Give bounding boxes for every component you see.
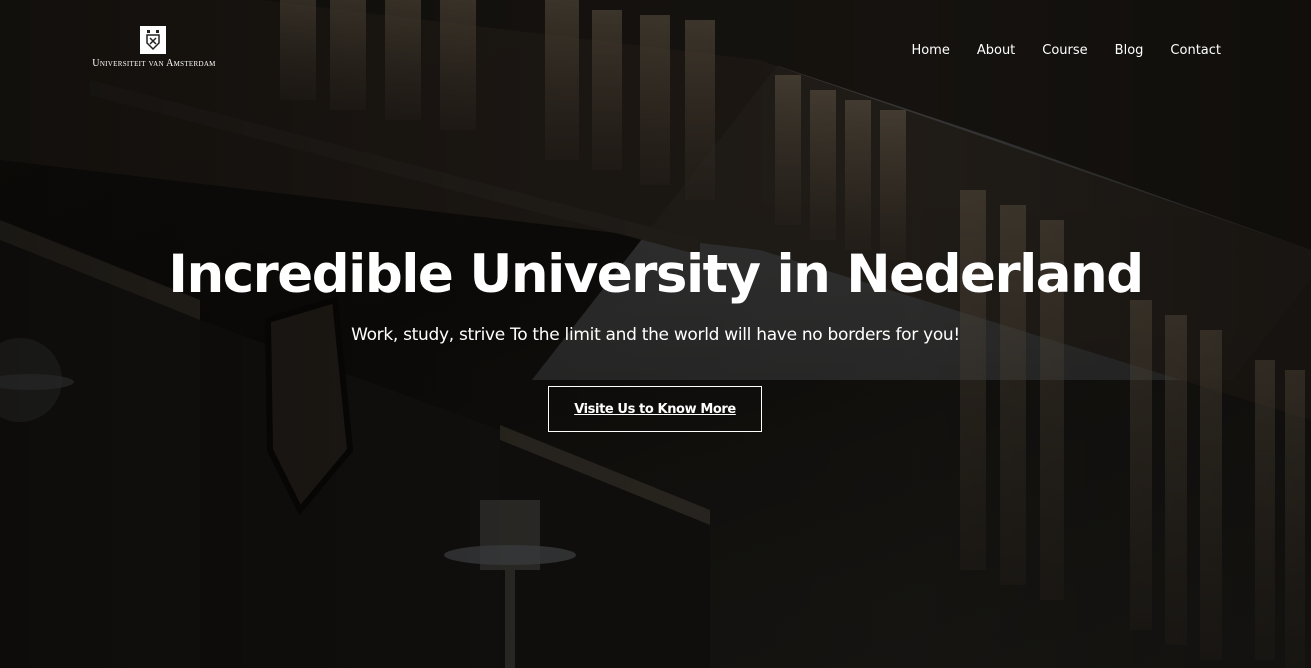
nav-item-contact[interactable]: Contact — [1170, 42, 1221, 60]
nav-item-blog[interactable]: Blog — [1115, 42, 1144, 60]
visit-us-button[interactable]: Visite Us to Know More — [548, 386, 762, 432]
nav-item-about[interactable]: About — [977, 42, 1015, 60]
site-logo[interactable]: Universiteit van Amsterdam — [78, 26, 230, 72]
crest-icon — [140, 26, 166, 54]
nav-item-course[interactable]: Course — [1042, 42, 1087, 60]
hero-subtitle: Work, study, strive To the limit and the… — [351, 325, 960, 345]
main-nav: Home About Course Blog Contact — [911, 42, 1221, 60]
nav-item-home[interactable]: Home — [911, 42, 949, 60]
logo-text: Universiteit van Amsterdam — [92, 58, 216, 69]
site-header: Universiteit van Amsterdam Home About Co… — [0, 0, 1311, 90]
hero-title: Incredible University in Nederland — [168, 244, 1144, 305]
